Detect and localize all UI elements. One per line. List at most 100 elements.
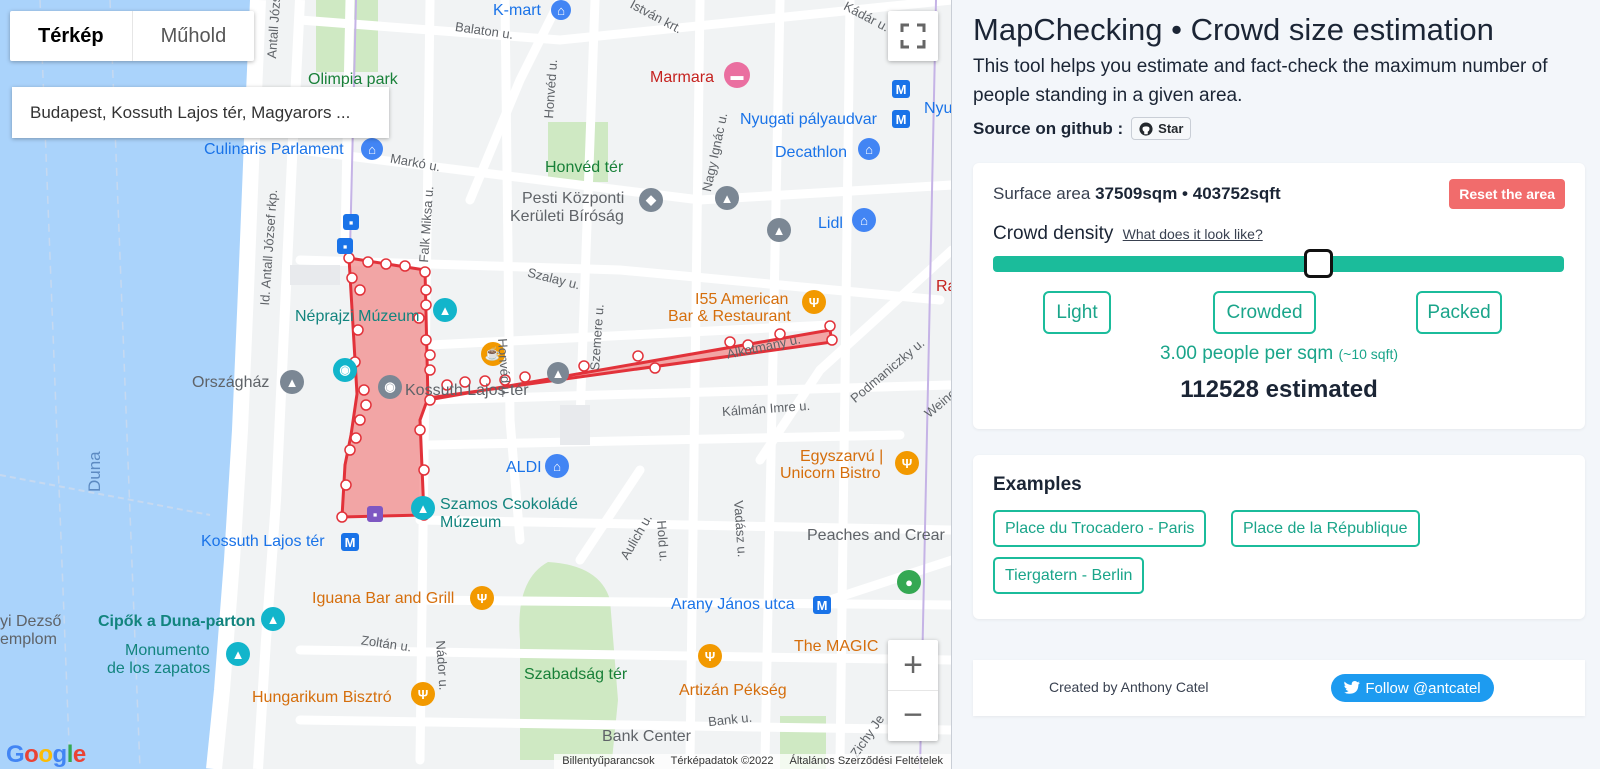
crowd-density-title: Crowd density bbox=[993, 223, 1114, 244]
map-label-peaches: Peaches and Crear bbox=[807, 527, 945, 544]
example-tiergarten-button[interactable]: Tiergatern - Berlin bbox=[993, 557, 1145, 594]
map-label-nyu: Nyu bbox=[924, 100, 952, 117]
map-label-iguana: Iguana Bar and Grill bbox=[312, 590, 455, 607]
page-title: MapChecking • Crowd size estimation bbox=[973, 12, 1494, 47]
tram-stop-icon[interactable]: ▪ bbox=[367, 506, 383, 522]
shopping-pin-icon[interactable]: ⌂ bbox=[852, 208, 876, 232]
map-type-toggle: Térkép Műhold bbox=[10, 11, 255, 61]
map-label-i55-1: I55 American bbox=[695, 291, 789, 308]
metro-station-icon[interactable]: M bbox=[892, 80, 910, 98]
keyboard-shortcuts-link[interactable]: Billentyűparancsok bbox=[554, 754, 662, 769]
metro-station-icon[interactable]: M bbox=[892, 110, 910, 128]
zoom-out-button[interactable]: − bbox=[888, 690, 938, 740]
map-label-szamos-1: Szamos Csokoládé bbox=[440, 496, 578, 513]
restaurant-pin-icon[interactable]: Ψ bbox=[698, 644, 722, 668]
density-example-link[interactable]: What does it look like? bbox=[1123, 226, 1263, 242]
museum-pin-icon[interactable]: ▲ bbox=[226, 642, 250, 666]
map-label-cipok: Cipők a Duna-parton bbox=[98, 613, 256, 630]
map-label-szamos-2: Múzeum bbox=[440, 514, 502, 531]
map-label-egyszarvu-1: Egyszarvú | bbox=[800, 448, 884, 465]
side-panel: MapChecking • Crowd size estimation This… bbox=[953, 0, 1600, 769]
landmark-pin-icon[interactable]: ▲ bbox=[280, 370, 304, 394]
estimation-card: Surface area 37509sqm • 403752sqft Reset… bbox=[973, 163, 1585, 429]
shopping-pin-icon[interactable]: ⌂ bbox=[858, 138, 880, 160]
shopping-pin-icon[interactable]: ⌂ bbox=[361, 138, 383, 160]
examples-title: Examples bbox=[993, 474, 1082, 495]
map-type-satellite-button[interactable]: Műhold bbox=[131, 11, 255, 61]
github-star-label: Star bbox=[1158, 121, 1184, 136]
estimated-count: 112528 estimated bbox=[1180, 376, 1378, 403]
twitter-bird-icon bbox=[1344, 681, 1361, 694]
map-label-marmara: Marmara bbox=[650, 69, 715, 86]
zoom-controls: + − bbox=[888, 640, 938, 741]
shopping-pin-icon[interactable]: ⌂ bbox=[545, 454, 569, 478]
photo-spot-icon[interactable]: ◉ bbox=[333, 358, 357, 382]
map-label-hold: Hold u. bbox=[654, 519, 672, 563]
map-label-vadasz: Vadász u. bbox=[731, 499, 750, 558]
restaurant-pin-icon[interactable]: Ψ bbox=[802, 290, 826, 314]
map-label-duna: Duna bbox=[85, 451, 104, 492]
metro-station-icon[interactable]: M bbox=[813, 596, 831, 614]
restaurant-pin-icon[interactable]: Ψ bbox=[411, 682, 435, 706]
map-label-pesti-1: Pesti Központi bbox=[522, 190, 625, 207]
terms-link[interactable]: Általános Szerződési Feltételek bbox=[782, 754, 951, 769]
museum-pin-icon[interactable]: ▲ bbox=[433, 298, 457, 322]
map-label-monumento-1: Monumento bbox=[125, 642, 210, 659]
bus-stop-icon[interactable]: ▪ bbox=[337, 238, 353, 254]
location-search-field[interactable]: Budapest, Kossuth Lajos tér, Magyarors .… bbox=[12, 87, 389, 138]
map-label-culinaris: Culinaris Parlament bbox=[204, 141, 344, 158]
surface-area: Surface area 37509sqm • 403752sqft bbox=[993, 184, 1281, 204]
landmark-pin-icon[interactable]: ▲ bbox=[547, 362, 569, 384]
map-label-kmart: K-mart bbox=[493, 2, 541, 19]
school-pin-icon[interactable]: ▲ bbox=[715, 186, 739, 210]
credits-bar: Created by Anthony Catel Follow @antcate… bbox=[973, 660, 1585, 716]
source-label: Source on github : bbox=[973, 118, 1124, 138]
map-label-hungarikum: Hungarikum Bisztró bbox=[252, 689, 392, 706]
map-label-kossuth-metro: Kossuth Lajos tér bbox=[201, 533, 325, 550]
map-label-bank-center: Bank Center bbox=[602, 728, 691, 745]
metro-station-icon[interactable]: M bbox=[341, 533, 359, 551]
photo-spot-icon[interactable]: ◉ bbox=[378, 375, 402, 399]
map-canvas[interactable]: ⌂ ▬ M ⌂ ⌂ ◆ ▲ ▲ ⌂ ▪ ▪ ▲ Ψ ☕ ▲ ◉ ◉ ▲ ⌂ Ψ … bbox=[0, 0, 952, 769]
shopping-pin-icon[interactable]: ⌂ bbox=[551, 0, 571, 20]
map-label-lidl: Lidl bbox=[818, 215, 843, 232]
credit-text: Created by Anthony Catel bbox=[1049, 679, 1209, 695]
map-label-orszaghaz: Országház bbox=[192, 374, 270, 391]
density-crowded-button[interactable]: Crowded bbox=[1213, 291, 1316, 334]
density-light-button[interactable]: Light bbox=[1043, 291, 1111, 334]
fullscreen-button[interactable] bbox=[888, 11, 938, 61]
map-label-neprajzi: Néprajzi Múzeum bbox=[295, 308, 420, 325]
twitter-follow-label: Follow @antcatel bbox=[1365, 679, 1481, 697]
restaurant-pin-icon[interactable]: Ψ bbox=[470, 586, 494, 610]
reset-area-button[interactable]: Reset the area bbox=[1449, 179, 1565, 209]
density-slider-track[interactable] bbox=[993, 256, 1564, 272]
bus-stop-icon[interactable]: ▪ bbox=[343, 214, 359, 230]
school-pin-icon[interactable]: ▲ bbox=[767, 218, 791, 242]
github-icon bbox=[1139, 121, 1153, 136]
github-star-button[interactable]: Star bbox=[1131, 117, 1192, 140]
government-pin-icon[interactable]: ◆ bbox=[639, 188, 663, 212]
density-slider-thumb[interactable] bbox=[1303, 249, 1333, 278]
monument-pin-icon[interactable]: ▲ bbox=[261, 607, 285, 631]
example-trocadero-button[interactable]: Place du Trocadero - Paris bbox=[993, 510, 1207, 547]
map-data-attribution: Térképadatok ©2022 bbox=[670, 755, 774, 767]
map-label-magic: The MAGIC bbox=[794, 638, 879, 655]
map-label-monumento-2: de los zapatos bbox=[107, 660, 211, 677]
hotel-pin-icon[interactable]: ▬ bbox=[724, 62, 750, 88]
examples-card: Examples Place du Trocadero - Paris Plac… bbox=[973, 455, 1585, 619]
zoom-in-button[interactable]: + bbox=[888, 640, 938, 690]
example-republique-button[interactable]: Place de la République bbox=[1231, 510, 1420, 547]
twitter-follow-button[interactable]: Follow @antcatel bbox=[1331, 674, 1494, 702]
map-label-nyugati: Nyugati pályaudvar bbox=[740, 111, 877, 128]
map-label-pesti-2: Kerületi Bíróság bbox=[510, 208, 624, 225]
github-source: Source on github : Star bbox=[973, 117, 1192, 140]
restaurant-pin-icon[interactable]: Ψ bbox=[895, 451, 919, 475]
map-label-i55-2: Bar & Restaurant bbox=[668, 308, 791, 325]
museum-pin-icon[interactable]: ▲ bbox=[411, 496, 435, 520]
map-label-honved-u: Honvéd u. bbox=[541, 58, 561, 119]
map-type-map-button[interactable]: Térkép bbox=[10, 11, 132, 61]
map-label-honved-ter: Honvéd tér bbox=[545, 159, 624, 176]
park-pin-icon[interactable]: ● bbox=[897, 570, 921, 594]
density-packed-button[interactable]: Packed bbox=[1416, 291, 1502, 334]
page-description: This tool helps you estimate and fact-ch… bbox=[973, 56, 1548, 106]
